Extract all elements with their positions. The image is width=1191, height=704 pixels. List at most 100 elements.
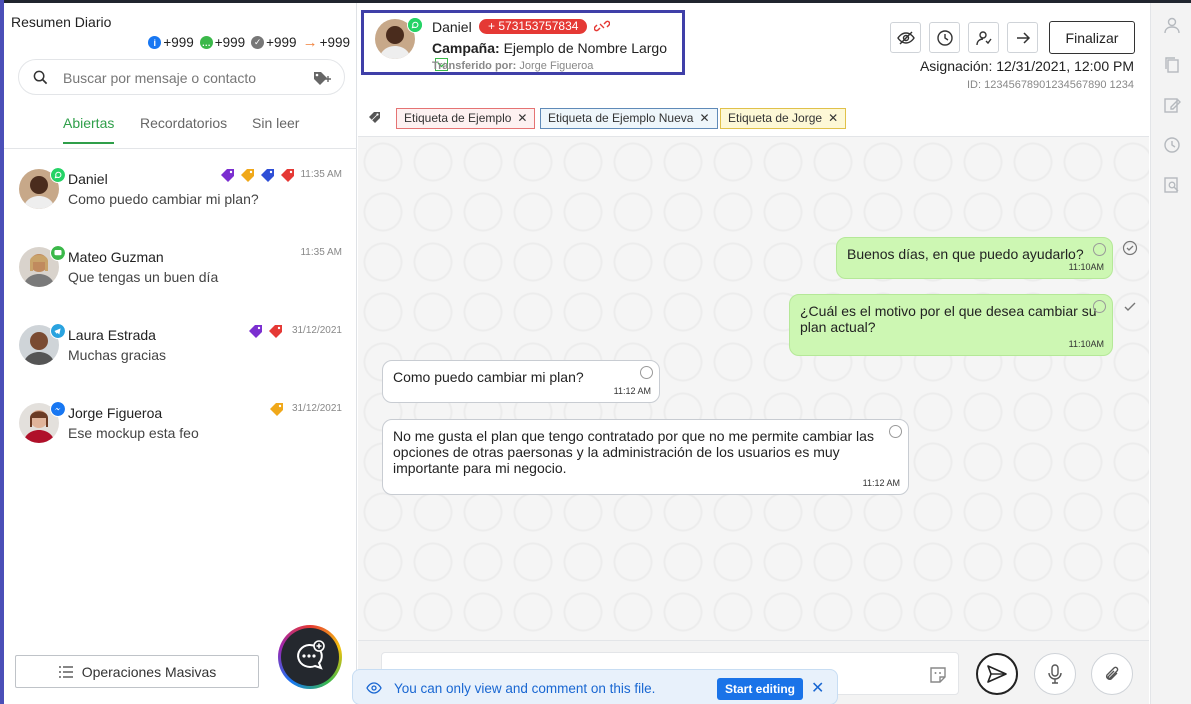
label-chip: Etiqueta de Ejemplo Nueva ✕ [540,108,718,129]
unlink-icon[interactable] [594,18,610,34]
labels-bar: Etiqueta de Ejemplo ✕ Etiqueta de Ejempl… [358,99,1149,137]
tag-filter-icon[interactable] [312,70,334,86]
conversation-time: 11:35 AM [300,169,342,180]
hide-button[interactable] [890,22,921,53]
message-options-icon[interactable] [1093,243,1106,256]
finalize-button[interactable]: Finalizar [1049,21,1135,54]
transfer-button[interactable] [1007,22,1038,53]
tags-icon[interactable] [368,111,384,125]
campaign-value: Ejemplo de Nombre Largo [503,40,667,56]
whatsapp-icon [50,167,66,183]
conversation-list-panel: Resumen Diario i +999 … +999 ✓ +999 → +9… [4,3,357,704]
counter-check: ✓ +999 [251,35,297,50]
tag-icon [269,325,282,338]
last-message: Ese mockup esta feo [68,425,199,441]
tab-sin-leer[interactable]: Sin leer [252,115,299,142]
conversation-tags [248,324,284,338]
send-icon [987,665,1007,683]
conversation-item[interactable]: Daniel 11:35 AM Como puedo cambiar mi pl… [4,149,357,227]
tab-recordatorios[interactable]: Recordatorios [140,115,227,142]
reassign-button[interactable] [968,22,999,53]
conversation-item[interactable]: Mateo Guzman 11:35 AM Que tengas un buen… [4,227,357,305]
conversation-time: 31/12/2021 [291,403,342,414]
copy-icon[interactable] [1163,56,1181,74]
search-icon [33,70,48,85]
counter-facebook: i +999 [148,35,194,50]
fab-inner [281,628,339,686]
search-document-icon[interactable] [1163,176,1181,194]
send-button[interactable] [976,653,1018,695]
search-bar [18,59,345,95]
message-time: 11:12 AM [613,386,651,396]
message-text: No me gusta el plan que tengo contratado… [393,428,874,476]
start-editing-button[interactable]: Start editing [717,678,804,700]
tag-icon [261,169,274,182]
user-icon[interactable] [1163,16,1181,34]
contact-name: Mateo Guzman [68,249,164,265]
attach-button[interactable] [1091,653,1133,695]
counter-value: +999 [319,35,350,50]
message-options-icon[interactable] [889,425,902,438]
eye-off-icon [896,31,915,44]
clock-icon [936,29,953,46]
message-thread: Buenos días, en que puedo ayudarlo? 11:1… [358,137,1149,640]
contact-name: Daniel [432,19,472,35]
history-icon[interactable] [1163,136,1181,154]
message-options-icon[interactable] [640,366,653,379]
tab-abiertas[interactable]: Abiertas [63,115,115,144]
user-switch-icon [975,30,992,45]
conversation-tabs: Abiertas Recordatorios Sin leer [4,107,357,149]
telegram-icon [50,323,66,339]
new-chat-icon [297,640,325,670]
conversation-item[interactable]: Jorge Figueroa 31/12/2021 Ese mockup est… [4,383,357,461]
paperclip-icon [1106,666,1119,680]
check-icon: ✓ [251,36,265,49]
message-text: ¿Cuál es el motivo por el que desea camb… [800,303,1097,335]
close-icon[interactable]: ✕ [811,678,824,698]
contact-info-box: Daniel + 573153757834 Campaña: Ejemplo d… [361,10,685,75]
daily-summary-title: Resumen Diario [11,14,112,30]
message-time: 11:10AM [1068,262,1104,272]
arrow-right-icon [1016,31,1030,44]
conversation-time: 11:35 AM [300,247,342,258]
tag-icon [221,169,234,182]
view-only-banner: You can only view and comment on this fi… [352,669,838,704]
message-bubble-outgoing[interactable]: ¿Cuál es el motivo por el que desea camb… [789,294,1113,356]
voice-note-button[interactable] [1034,653,1076,695]
facebook-icon: i [148,36,162,49]
bulk-operations-button[interactable]: Operaciones Masivas [15,655,259,688]
reminder-button[interactable] [929,22,960,53]
transfer-info: Transferido por: Jorge Figueroa [432,60,593,72]
search-input[interactable] [63,68,293,88]
chat-header: Daniel + 573153757834 Campaña: Ejemplo d… [358,3,1149,99]
new-conversation-button[interactable] [278,625,342,689]
message-time: 11:10AM [1068,339,1104,349]
phone-badge: + 573153757834 [479,19,588,34]
contact-name: Jorge Figueroa [68,405,163,421]
message-bubble-outgoing[interactable]: Buenos días, en que puedo ayudarlo? 11:1… [836,237,1113,279]
remove-label-icon[interactable]: ✕ [699,109,709,128]
label-text: Etiqueta de Ejemplo Nueva [548,111,694,125]
remove-label-icon[interactable]: ✕ [828,109,838,128]
message-bubble-incoming[interactable]: Como puedo cambiar mi plan? 11:12 AM [382,360,660,403]
message-text: Como puedo cambiar mi plan? [393,369,584,385]
conversation-tags [220,168,296,182]
message-time: 11:12 AM [862,478,900,488]
counter-value: +999 [214,35,246,50]
conversation-item[interactable]: Laura Estrada 31/12/2021 Muchas gracias [4,305,357,383]
message-options-icon[interactable] [1093,300,1106,313]
counter-transfer: → +999 [303,34,350,51]
counter-value: +999 [266,35,297,50]
right-sidebar [1150,3,1191,704]
sticker-icon[interactable] [928,665,948,685]
contact-name: Daniel [68,171,108,187]
message-bubble-incoming[interactable]: No me gusta el plan que tengo contratado… [382,419,909,495]
assignment-date: Asignación: 12/31/2021, 12:00 PM [919,58,1134,74]
remove-label-icon[interactable]: ✕ [517,109,527,128]
bulk-operations-label: Operaciones Masivas [81,663,217,680]
delivered-check-icon [1122,240,1138,256]
sent-check-icon [1124,302,1136,311]
edit-icon[interactable] [1163,96,1181,114]
arrow-right-icon: → [302,34,318,51]
list-icon [58,665,73,678]
